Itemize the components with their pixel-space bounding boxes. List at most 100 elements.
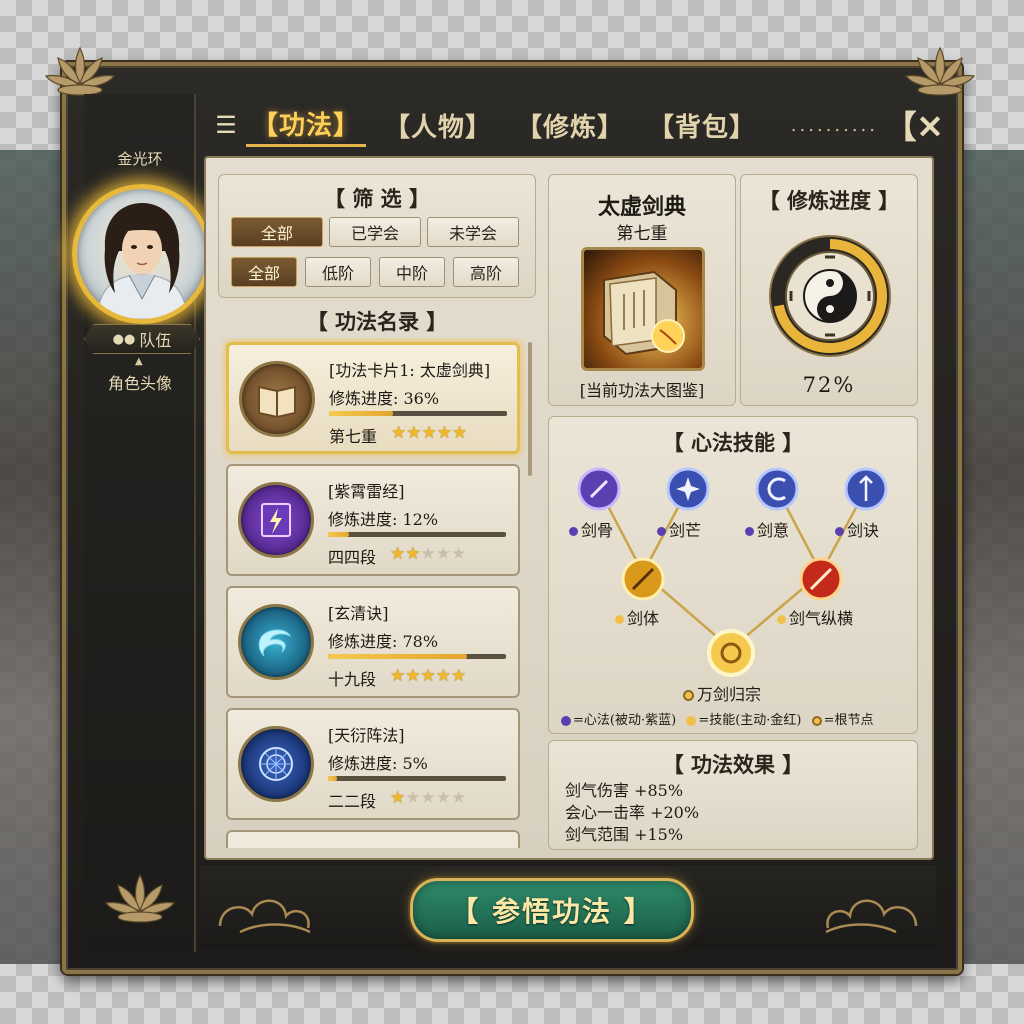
caret-up-icon: ▲ [135,356,143,367]
current-skill-caption: [当前功法大图鉴] [579,381,705,400]
star-filled-icon: ★ [406,423,422,443]
filter-high-tier[interactable]: 高阶 [453,257,519,287]
star-empty-icon: ★ [451,544,467,564]
star-filled-icon: ★ [452,423,468,443]
skill-node-active[interactable] [621,557,665,601]
skill-tree-graph [577,467,888,677]
skill-list[interactable]: [功法卡片1: 太虚剑典] 修炼进度: 36% 第七重 ★★★★★ [紫霄雷经]… [222,338,526,848]
team-button[interactable]: ●● 队伍 [84,324,200,354]
yin-yang-progress-dial [769,235,891,357]
star-empty-icon: ★ [451,788,467,808]
star-filled-icon: ★ [405,666,421,686]
yin-yang-icon [803,269,857,323]
node-label-active: 剑气纵横 [777,605,853,629]
current-skill-panel: 太虚剑典 第七重 [当前功法大图鉴] [548,174,736,406]
progress-title: 【 修炼进度 】 [758,188,900,213]
skill-node-passive[interactable] [844,467,888,511]
list-scrollbar[interactable] [528,342,532,476]
skill-progress-bar [328,654,506,659]
skill-card-name: [功法卡片1: 太虚剑典] [329,361,491,380]
tab-cultivation[interactable]: 【修炼】 [510,103,630,147]
lightning-book-icon [238,482,314,558]
star-rating: ★★★★★ [390,788,466,808]
filter-low-tier[interactable]: 低阶 [305,257,371,287]
star-filled-icon: ★ [435,666,451,686]
star-filled-icon: ★ [420,666,436,686]
tab-inventory[interactable]: 【背包】 [642,103,762,147]
lotus-ornament-icon [40,40,120,100]
tab-skills[interactable]: 【功法】 [246,103,367,147]
skill-progress-bar [329,411,507,416]
skill-card-partial[interactable] [226,830,520,848]
skill-progress-fill [328,532,350,537]
star-filled-icon: ★ [390,666,406,686]
skill-effects-panel: 【 功法效果 】 剑气伤害 +85% 会心一击率 +20% 剑气范围 +15% [548,740,918,850]
filter-learned[interactable]: 已学会 [329,217,421,247]
node-label-passive: 剑诀 [835,517,879,541]
skill-card[interactable]: [功法卡片1: 太虚剑典] 修炼进度: 36% 第七重 ★★★★★ [226,342,520,454]
filter-unlearned[interactable]: 未学会 [427,217,519,247]
skill-card-level: 第七重 [329,427,378,446]
star-rating: ★★★★★ [390,544,466,564]
cultivation-progress-panel: 【 修炼进度 】 72% [740,174,918,406]
skill-node-passive[interactable] [577,467,621,511]
skill-progress-fill [328,776,337,781]
character-portrait-icon [96,203,188,319]
character-avatar[interactable] [72,184,212,324]
skill-card-level: 四四段 [328,548,377,567]
skill-node-passive[interactable] [666,467,710,511]
star-filled-icon: ★ [436,423,452,443]
skill-tree-panel: 【 心法技能 】 剑骨 剑芒 剑意 剑诀 剑体 剑气纵横 万剑归宗 =心法(被动… [548,416,918,734]
team-icon: ●● [112,331,136,347]
skill-card[interactable]: [紫霄雷经] 修炼进度: 12% 四四段 ★★★★★ [226,464,520,576]
nav-divider-dots: .......... [790,114,878,136]
skill-card-name: [紫霄雷经] [328,482,405,501]
effect-line: 剑气范围 +15% [565,825,684,844]
star-rating: ★★★★★ [390,666,466,686]
node-label-root: 万剑归宗 [683,681,761,705]
skill-node-root[interactable] [707,629,755,677]
close-button[interactable]: 【✕ [885,103,944,147]
skill-card-level: 二二段 [328,792,377,811]
skill-card-progress-text: 修炼进度: 36% [329,389,440,408]
current-skill-level: 第七重 [616,224,668,244]
node-label-passive: 剑意 [745,517,789,541]
skill-card-name: [玄清诀] [328,604,389,623]
skill-card[interactable]: [天衍阵法] 修炼进度: 5% 二二段 ★★★★★ [226,708,520,820]
water-swirl-icon [238,604,314,680]
skill-node-passive[interactable] [755,467,799,511]
star-filled-icon: ★ [421,423,437,443]
star-empty-icon: ★ [435,544,451,564]
effects-title: 【 功法效果 】 [662,752,804,777]
top-navigation: ☰ 【功法】 【人物】 【修炼】 【背包】 .......... 【✕ [200,98,944,152]
star-empty-icon: ★ [420,544,436,564]
open-book-icon [239,361,315,437]
skill-card-progress-text: 修炼进度: 5% [328,754,428,773]
star-filled-icon: ★ [390,544,406,564]
node-label-passive: 剑骨 [569,517,613,541]
skill-tree-legend: =心法(被动·紫蓝) =技能(主动·金红) =根节点 [561,709,874,728]
skill-progress-bar [328,776,506,781]
skill-progress-fill [328,654,467,659]
skill-node-active[interactable] [799,557,843,601]
star-filled-icon: ★ [391,423,407,443]
avatar-caption: 角色头像 [107,374,172,393]
skill-card[interactable]: [玄清诀] 修炼进度: 78% 十九段 ★★★★★ [226,586,520,698]
skill-progress-bar [328,532,506,537]
node-label-passive: 剑芒 [657,517,701,541]
tab-character[interactable]: 【人物】 [378,103,498,147]
current-skill-name: 太虚剑典 [597,194,686,220]
filter-all-learned[interactable]: 全部 [231,217,323,247]
filter-panel: 【 筛 选 】 全部 已学会 未学会 全部 低阶 中阶 高阶 [218,174,536,298]
star-filled-icon: ★ [405,544,421,564]
node-label-active: 剑体 [615,605,659,629]
skill-book-illustration-icon[interactable] [581,247,705,371]
filter-mid-tier[interactable]: 中阶 [379,257,445,287]
menu-icon[interactable]: ☰ [206,98,246,152]
filter-all-tier[interactable]: 全部 [231,257,297,287]
comprehend-skill-button[interactable]: 【 参悟功法 】 [410,878,694,942]
effect-line: 会心一击率 +20% [565,803,700,822]
star-filled-icon: ★ [451,666,467,686]
star-empty-icon: ★ [420,788,436,808]
skill-card-progress-text: 修炼进度: 12% [328,510,439,529]
